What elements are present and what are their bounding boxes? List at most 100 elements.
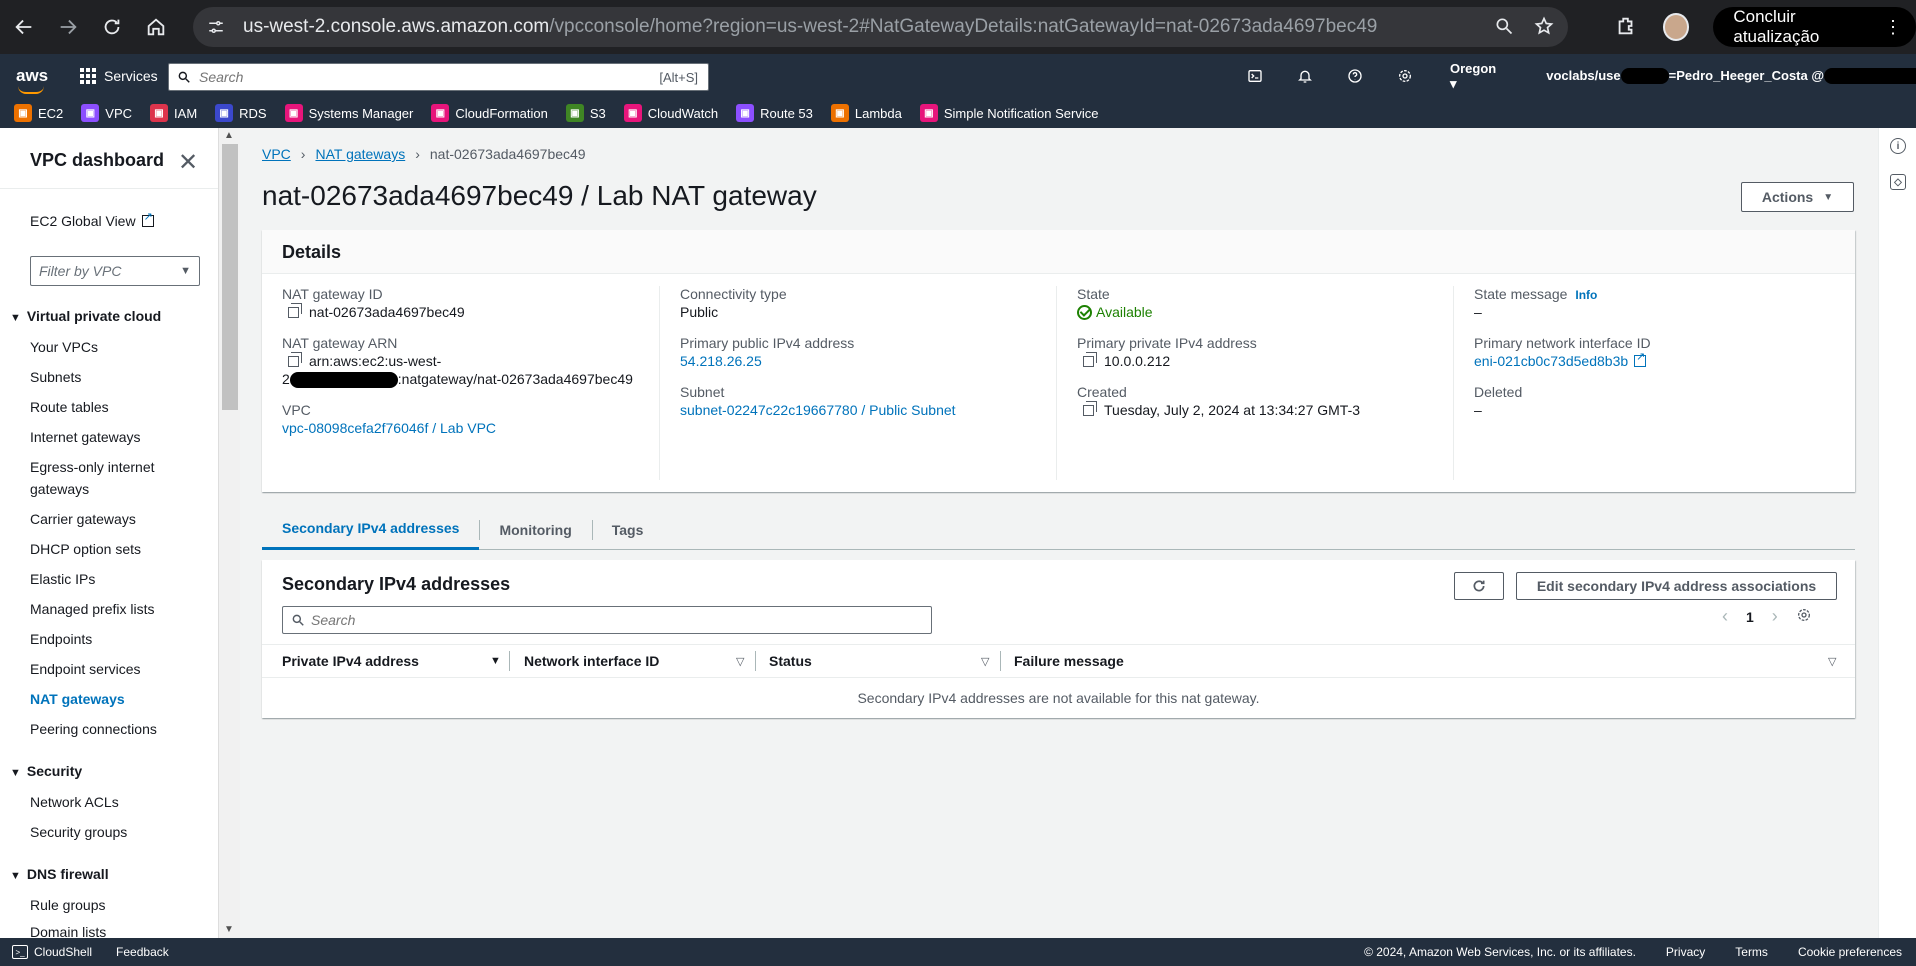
copy-icon[interactable] bbox=[1083, 352, 1097, 367]
scrollbar-thumb[interactable] bbox=[222, 144, 238, 410]
table-search-input[interactable] bbox=[311, 612, 911, 628]
update-button[interactable]: Concluir atualização ⋮ bbox=[1713, 7, 1916, 47]
sidebar-section-security[interactable]: ▼ Security bbox=[10, 763, 82, 779]
sidebar-item-rule-groups[interactable]: Rule groups bbox=[30, 897, 106, 913]
column-header-eni[interactable]: Network interface ID bbox=[524, 653, 659, 669]
aws-logo[interactable]: aws bbox=[16, 66, 58, 94]
sidebar-title[interactable]: VPC dashboard bbox=[30, 150, 164, 171]
copy-icon[interactable] bbox=[288, 352, 302, 367]
table-settings-gear-icon[interactable] bbox=[1796, 607, 1812, 626]
actions-button[interactable]: Actions ▼ bbox=[1741, 182, 1854, 212]
sidebar-item-carrier-gateways[interactable]: Carrier gateways bbox=[30, 511, 136, 527]
public-ip-link[interactable]: 54.218.26.25 bbox=[680, 353, 762, 369]
terms-link[interactable]: Terms bbox=[1735, 945, 1768, 959]
sidebar-item-internet-gateways[interactable]: Internet gateways bbox=[30, 429, 141, 445]
sidebar-item-global-view[interactable]: EC2 Global View bbox=[30, 210, 154, 229]
next-page-icon[interactable]: › bbox=[1772, 606, 1778, 627]
favorite-s3[interactable]: ▣ S3 bbox=[565, 104, 606, 122]
scroll-down-icon[interactable]: ▼ bbox=[224, 924, 234, 935]
aws-search-box[interactable]: [Alt+S] bbox=[168, 63, 709, 91]
feedback-link[interactable]: Feedback bbox=[116, 945, 169, 959]
favorite-cloudwatch[interactable]: ▣ CloudWatch bbox=[623, 104, 718, 122]
sort-icon[interactable]: ▽ bbox=[981, 655, 989, 668]
sidebar-item-your-vpcs[interactable]: Your VPCs bbox=[30, 339, 98, 355]
sidebar-item-endpoint-services[interactable]: Endpoint services bbox=[30, 661, 141, 677]
breadcrumb-vpc[interactable]: VPC bbox=[262, 146, 291, 162]
favorite-iam[interactable]: ▣ IAM bbox=[150, 104, 197, 122]
sidebar-item-egress-only[interactable]: Egress-only internet bbox=[30, 459, 155, 475]
menu-kebab-icon[interactable]: ⋮ bbox=[1884, 17, 1902, 38]
breadcrumb-nat-gateways[interactable]: NAT gateways bbox=[315, 146, 405, 162]
favorite-simple-notification-service[interactable]: ▣ Simple Notification Service bbox=[919, 104, 1098, 122]
sidebar-item-elastic-ips[interactable]: Elastic IPs bbox=[30, 571, 95, 587]
privacy-link[interactable]: Privacy bbox=[1666, 945, 1705, 959]
favorite-route-53[interactable]: ▣ Route 53 bbox=[736, 104, 813, 122]
reload-icon[interactable] bbox=[92, 7, 132, 47]
aws-search-input[interactable] bbox=[199, 69, 619, 85]
info-link[interactable]: Info bbox=[1575, 288, 1597, 302]
column-divider[interactable] bbox=[755, 651, 756, 671]
column-divider[interactable] bbox=[509, 651, 510, 671]
cloudshell-icon[interactable] bbox=[1230, 68, 1280, 84]
sidebar-item-security-groups[interactable]: Security groups bbox=[30, 824, 127, 840]
tab-secondary-ipv4[interactable]: Secondary IPv4 addresses bbox=[262, 510, 480, 550]
eni-link[interactable]: eni-021cb0c73d5ed8b3b bbox=[1474, 350, 1647, 369]
sort-icon[interactable]: ▽ bbox=[736, 655, 744, 668]
cookie-preferences-link[interactable]: Cookie preferences bbox=[1798, 945, 1902, 959]
prev-page-icon[interactable]: ‹ bbox=[1722, 606, 1728, 627]
sidebar-item-nat-gateways[interactable]: NAT gateways bbox=[30, 691, 125, 707]
sidebar-scrollbar[interactable]: ▲ ▼ bbox=[218, 128, 240, 938]
feedback-panel-icon[interactable]: ◇ bbox=[1890, 174, 1906, 190]
account-menu[interactable]: voclabs/use=Pedro_Heeger_Costa @ ▾ bbox=[1546, 68, 1916, 85]
sidebar-item-egress-only-2[interactable]: gateways bbox=[30, 481, 89, 497]
sidebar-section-vpc[interactable]: ▼ Virtual private cloud bbox=[10, 308, 161, 324]
copy-icon[interactable] bbox=[288, 303, 302, 318]
settings-gear-icon[interactable] bbox=[1380, 68, 1430, 84]
sidebar-section-dns-firewall[interactable]: ▼ DNS firewall bbox=[10, 866, 109, 882]
services-menu[interactable]: Services bbox=[80, 68, 158, 84]
column-header-failure[interactable]: Failure message bbox=[1014, 653, 1124, 669]
favorite-cloudformation[interactable]: ▣ CloudFormation bbox=[431, 104, 548, 122]
table-search-box[interactable] bbox=[282, 606, 932, 634]
extensions-icon[interactable] bbox=[1615, 15, 1637, 40]
site-settings-icon[interactable] bbox=[201, 12, 231, 42]
sidebar-item-network-acls[interactable]: Network ACLs bbox=[30, 794, 119, 810]
subnet-link[interactable]: subnet-02247c22c19667780 / Public Subnet bbox=[680, 402, 956, 418]
vpc-link[interactable]: vpc-08098cefa2f76046f / Lab VPC bbox=[282, 420, 496, 436]
sidebar-item-domain-lists[interactable]: Domain lists bbox=[30, 924, 106, 938]
refresh-button[interactable] bbox=[1454, 572, 1504, 600]
bookmark-star-icon[interactable] bbox=[1534, 15, 1554, 39]
page-number[interactable]: 1 bbox=[1746, 609, 1754, 625]
forward-icon[interactable] bbox=[48, 7, 88, 47]
favorite-ec2[interactable]: ▣ EC2 bbox=[14, 104, 63, 122]
vpc-filter-select[interactable]: Filter by VPC ▼ bbox=[30, 256, 200, 286]
scroll-up-icon[interactable]: ▲ bbox=[224, 130, 234, 141]
favorite-vpc[interactable]: ▣ VPC bbox=[81, 104, 132, 122]
sidebar-item-route-tables[interactable]: Route tables bbox=[30, 399, 109, 415]
column-header-private-ip[interactable]: Private IPv4 address bbox=[282, 653, 419, 669]
tab-monitoring[interactable]: Monitoring bbox=[479, 510, 591, 550]
info-panel-icon[interactable]: i bbox=[1890, 138, 1906, 154]
sidebar-item-dhcp[interactable]: DHCP option sets bbox=[30, 541, 141, 557]
address-bar[interactable]: us-west-2.console.aws.amazon.com/vpccons… bbox=[193, 7, 1568, 47]
edit-secondary-button[interactable]: Edit secondary IPv4 address associations bbox=[1516, 572, 1837, 600]
region-selector[interactable]: Oregon ▾ bbox=[1450, 61, 1504, 92]
sidebar-item-prefix-lists[interactable]: Managed prefix lists bbox=[30, 601, 155, 617]
sidebar-item-endpoints[interactable]: Endpoints bbox=[30, 631, 92, 647]
help-icon[interactable] bbox=[1330, 68, 1380, 84]
close-icon[interactable]: ✕ bbox=[178, 148, 198, 177]
back-icon[interactable] bbox=[4, 7, 44, 47]
zoom-icon[interactable] bbox=[1494, 16, 1514, 39]
sort-desc-icon[interactable]: ▼ bbox=[490, 655, 501, 667]
favorite-systems-manager[interactable]: ▣ Systems Manager bbox=[284, 104, 413, 122]
copy-icon[interactable] bbox=[1083, 401, 1097, 416]
sidebar-item-subnets[interactable]: Subnets bbox=[30, 369, 81, 385]
sidebar-item-peering[interactable]: Peering connections bbox=[30, 721, 157, 737]
favorite-rds[interactable]: ▣ RDS bbox=[215, 104, 267, 122]
column-divider[interactable] bbox=[1000, 651, 1001, 671]
notifications-bell-icon[interactable] bbox=[1280, 68, 1330, 84]
home-icon[interactable] bbox=[136, 7, 176, 47]
tab-tags[interactable]: Tags bbox=[591, 510, 664, 550]
favorite-lambda[interactable]: ▣ Lambda bbox=[830, 104, 902, 122]
column-header-status[interactable]: Status bbox=[769, 653, 812, 669]
